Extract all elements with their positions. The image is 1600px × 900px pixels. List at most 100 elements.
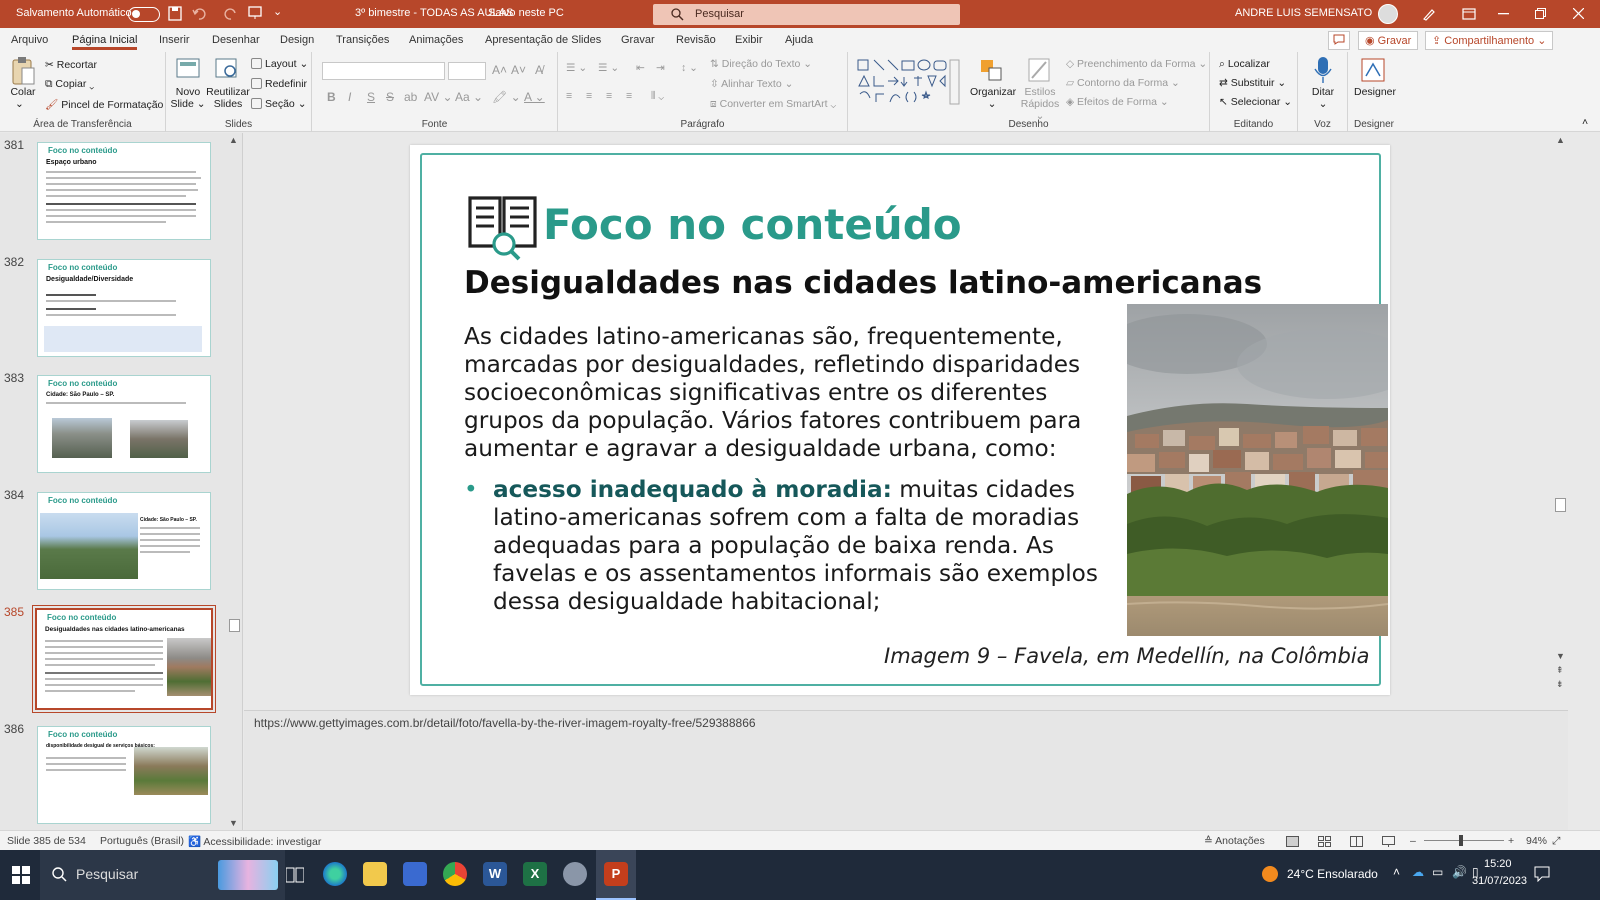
scroll-thumb[interactable] xyxy=(1555,498,1566,512)
tab-home[interactable]: Página Inicial xyxy=(72,34,138,50)
shape-outline-button[interactable]: ▱ Contorno da Forma ⌄ xyxy=(1066,77,1180,89)
thumbnail-scrollbar[interactable]: ▲ ▼ xyxy=(228,133,242,830)
slide-thumbnail[interactable]: Foco no conteúdo Espaço urbano xyxy=(37,142,211,240)
reuse-slides-icon[interactable] xyxy=(215,58,239,80)
slide-thumbnail[interactable]: Foco no conteúdo disponibilidade desigua… xyxy=(37,726,211,824)
network-icon[interactable]: ▭ xyxy=(1432,865,1443,879)
font-size-combo[interactable] xyxy=(448,62,486,80)
slide-sorter-icon[interactable] xyxy=(1318,836,1331,847)
word-icon[interactable]: W xyxy=(483,862,507,886)
save-icon[interactable] xyxy=(168,6,182,21)
decrease-font-icon[interactable]: A˅ xyxy=(511,63,526,77)
increase-indent-icon[interactable]: ⇥ xyxy=(656,62,665,74)
next-slide-icon[interactable]: ⇟ xyxy=(1556,679,1564,690)
copy-button[interactable]: ⧉ Copiar ⌄ xyxy=(45,78,94,91)
tray-chevron-icon[interactable]: ˄ xyxy=(1393,865,1400,879)
spacing-icon[interactable]: AV ⌄ xyxy=(424,90,453,104)
favela-photo[interactable] xyxy=(1127,304,1388,636)
slide-thumbnail[interactable]: Foco no conteúdo Desigualdade/Diversidad… xyxy=(37,259,211,357)
align-left-icon[interactable]: ≡ xyxy=(566,90,572,102)
bold-icon[interactable]: B xyxy=(327,90,336,104)
weather-sun-icon[interactable] xyxy=(1262,866,1278,882)
select-button[interactable]: ↖ Selecionar ⌄ xyxy=(1219,96,1292,108)
undo-icon[interactable] xyxy=(192,7,206,20)
search-input[interactable]: Pesquisar xyxy=(653,4,960,25)
zoom-in-icon[interactable]: + xyxy=(1508,835,1514,847)
tab-insert[interactable]: Inserir xyxy=(159,34,190,46)
reading-view-icon[interactable] xyxy=(1350,836,1363,847)
dictate-label[interactable]: Ditar ⌄ xyxy=(1303,86,1343,110)
share-button[interactable]: ⇪ Compartilhamento ⌄ xyxy=(1425,31,1554,50)
increase-font-icon[interactable]: A˄ xyxy=(492,63,507,77)
save-status[interactable]: Salvo neste PC xyxy=(488,7,564,19)
shapes-gallery[interactable] xyxy=(856,58,960,106)
bullets-icon[interactable]: ☰ ⌄ xyxy=(566,62,587,74)
justify-icon[interactable]: ≡ xyxy=(626,90,632,102)
line-spacing-icon[interactable]: ↕ ⌄ xyxy=(681,62,698,74)
tab-design[interactable]: Design xyxy=(280,34,314,46)
edge-icon[interactable] xyxy=(323,862,347,886)
slide-bullet[interactable]: • acesso inadequado à moradia: muitas ci… xyxy=(464,476,1129,616)
cut-button[interactable]: ✂ Recortar xyxy=(45,59,97,71)
weather-text[interactable]: 24°C Ensolarado xyxy=(1287,867,1378,881)
layout-button[interactable]: Layout ⌄ xyxy=(251,58,308,70)
align-text-button[interactable]: ⇳ Alinhar Texto ⌄ xyxy=(710,78,793,90)
change-case-icon[interactable]: Aa ⌄ xyxy=(455,90,483,104)
avatar[interactable] xyxy=(1378,4,1398,24)
customize-qat-icon[interactable]: ⌄ xyxy=(273,5,282,18)
comments-button[interactable] xyxy=(1328,31,1350,50)
strikethrough-icon[interactable]: S xyxy=(386,90,394,104)
notes-button[interactable]: ≙ Anotações xyxy=(1204,835,1265,847)
tab-animations[interactable]: Animações xyxy=(409,34,463,46)
zoom-slider-thumb[interactable] xyxy=(1459,835,1463,846)
onedrive-icon[interactable]: ☁ xyxy=(1412,865,1424,879)
collapse-ribbon-icon[interactable]: ˄ xyxy=(1582,116,1588,128)
quick-styles-icon[interactable] xyxy=(1028,58,1052,84)
clock-date[interactable]: 31/07/2023 xyxy=(1472,875,1527,887)
slide-scrollbar[interactable]: ▲ ▼ ⇞ ⇟ xyxy=(1554,133,1568,710)
underline-icon[interactable]: S xyxy=(367,90,375,104)
store-icon[interactable] xyxy=(403,862,427,886)
autosave-toggle[interactable] xyxy=(128,7,160,22)
tab-file[interactable]: Arquivo xyxy=(11,34,48,46)
char-spacing-icon[interactable]: ab xyxy=(404,90,417,104)
tab-review[interactable]: Revisão xyxy=(676,34,716,46)
reuse-slides-label[interactable]: Reutilizar Slides xyxy=(206,86,250,110)
section-button[interactable]: Seção ⌄ xyxy=(251,98,307,110)
arrange-label[interactable]: Organizar ⌄ xyxy=(970,86,1016,110)
columns-icon[interactable]: ⫴ ⌄ xyxy=(651,90,664,103)
reset-button[interactable]: Redefinir xyxy=(251,78,307,90)
font-color-icon[interactable]: A ⌄ xyxy=(524,90,545,104)
tab-record[interactable]: Gravar xyxy=(621,34,655,46)
prev-slide-icon[interactable]: ⇞ xyxy=(1556,665,1564,676)
powerpoint-taskbar-item[interactable]: P xyxy=(596,850,636,900)
windows-start-icon[interactable] xyxy=(12,866,30,884)
pen-icon[interactable] xyxy=(1422,7,1436,21)
language-status[interactable]: Português (Brasil) xyxy=(100,835,184,847)
format-painter-button[interactable]: 🖌 Pincel de Formatação xyxy=(45,98,163,111)
accessibility-status[interactable]: ♿ Acessibilidade: investigar xyxy=(188,835,321,848)
minimize-icon[interactable] xyxy=(1498,13,1509,15)
align-center-icon[interactable]: ≡ xyxy=(586,90,592,102)
slide-thumbnail[interactable]: Foco no conteúdo Cidade: São Paulo – SP. xyxy=(37,492,211,590)
font-name-combo[interactable] xyxy=(322,62,445,80)
present-from-start-icon[interactable] xyxy=(248,6,262,20)
text-direction-button[interactable]: ⇅ Direção do Texto ⌄ xyxy=(710,58,812,70)
close-icon[interactable] xyxy=(1573,8,1584,19)
chrome-icon[interactable] xyxy=(443,862,467,886)
task-view-icon[interactable] xyxy=(286,866,304,884)
redo-icon[interactable] xyxy=(224,7,238,20)
paste-label[interactable]: Colar xyxy=(8,86,38,98)
highlight-icon[interactable]: 🖍 ⌄ xyxy=(492,90,521,104)
normal-view-icon[interactable] xyxy=(1286,836,1299,847)
settings-gear-icon[interactable] xyxy=(563,862,587,886)
designer-label[interactable]: Designer xyxy=(1350,86,1400,98)
slide-thumbnail[interactable]: Foco no conteúdo Cidade: São Paulo – SP. xyxy=(37,375,211,473)
file-explorer-icon[interactable] xyxy=(363,862,387,886)
smartart-button[interactable]: ⧈ Converter em SmartArt ⌄ xyxy=(710,98,836,111)
quick-styles-label[interactable]: Estilos Rápidos ⌄ xyxy=(1020,86,1060,122)
notes-text[interactable]: https://www.gettyimages.com.br/detail/fo… xyxy=(254,716,756,730)
numbering-icon[interactable]: ☰ ⌄ xyxy=(598,62,619,74)
record-button[interactable]: ◉ Gravar xyxy=(1358,31,1419,50)
volume-icon[interactable]: 🔊 xyxy=(1452,865,1467,879)
